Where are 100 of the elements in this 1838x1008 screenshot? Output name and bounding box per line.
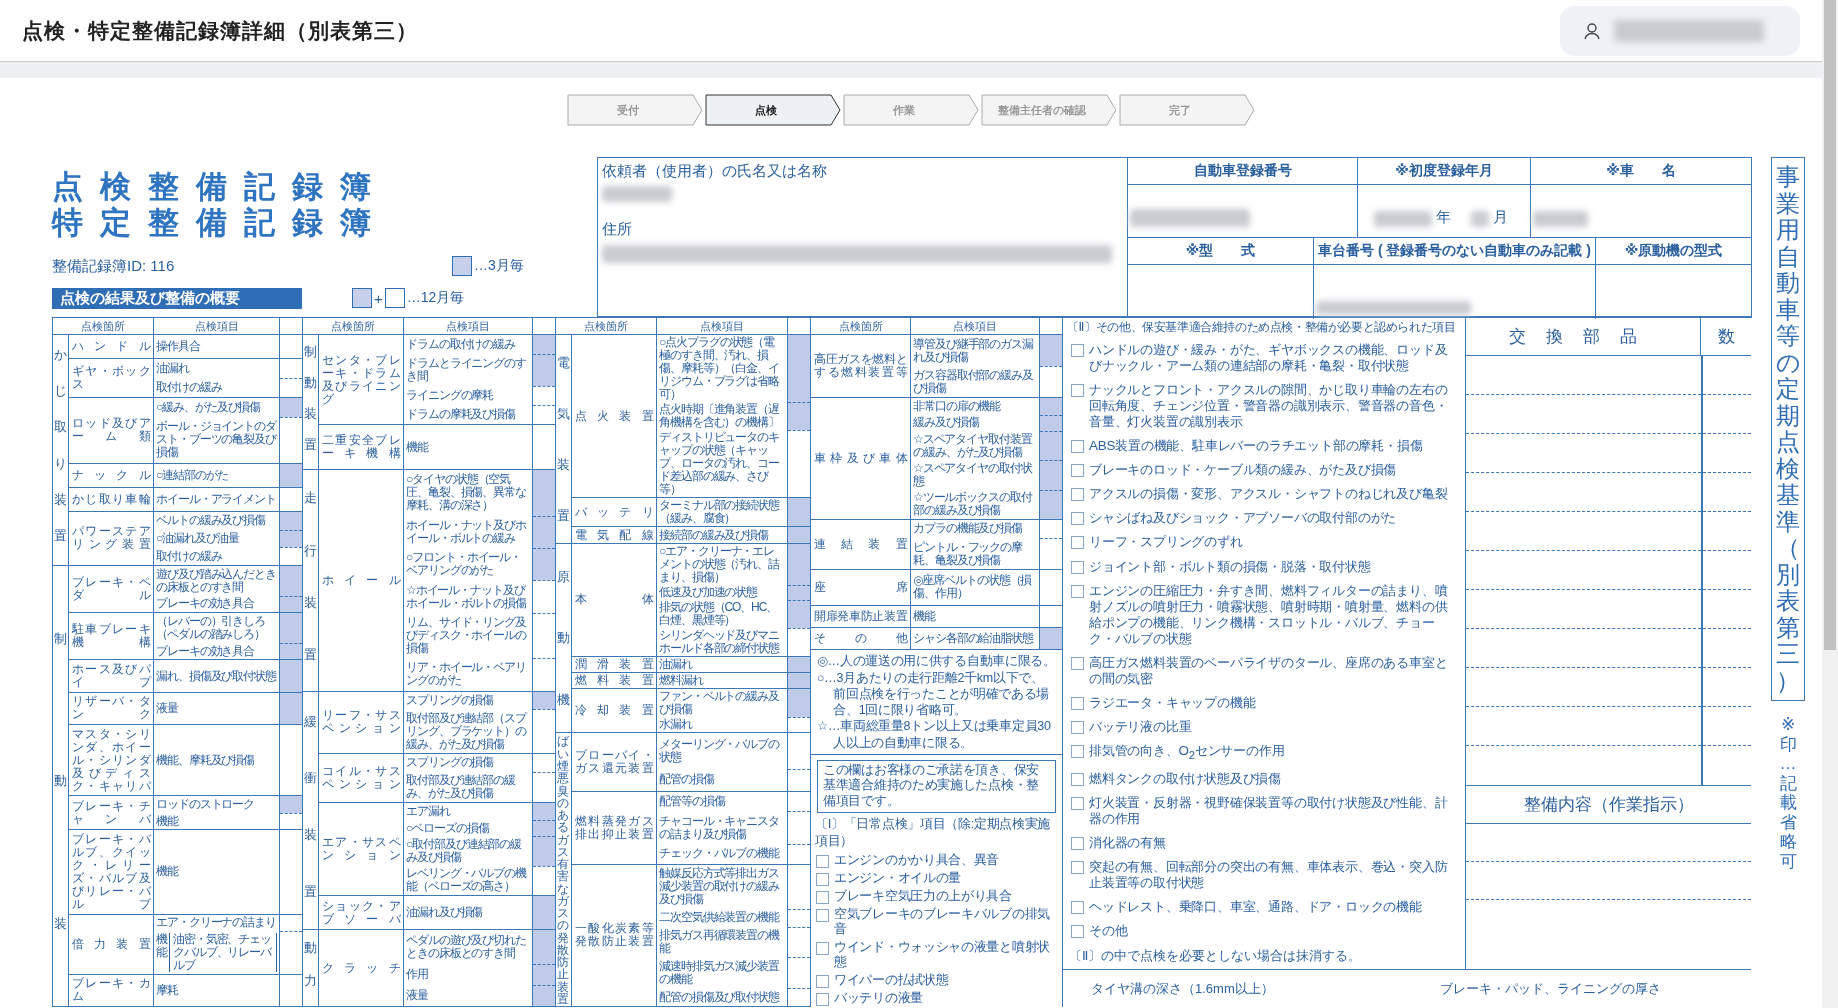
inspection-place: ギヤ・ボックス [72,365,150,392]
check-label: 消化器の有無 [1089,834,1166,851]
checkbox[interactable] [816,872,829,886]
checkbox[interactable] [1071,344,1084,358]
inspection-place: 開扉発車防止装置 [814,609,907,623]
checkbox[interactable] [1071,924,1084,938]
checkbox[interactable] [1071,720,1084,734]
check-label: 排気管の向き、O$_{2}$センサーの作用 [1089,742,1285,763]
inspection-place: その他 [814,632,907,646]
check-label: ワイパーの払拭状態 [834,972,949,988]
checkbox[interactable] [1071,440,1084,454]
checkbox[interactable] [1071,656,1084,670]
month-label: 月 [1493,208,1508,227]
step-tab[interactable]: 作業 [843,94,979,126]
inspection-item: 緩み及び損傷 [913,416,980,430]
checkbox[interactable] [1071,464,1084,478]
inspection-place: ホース及びパイプ [72,663,150,690]
checkbox[interactable] [1071,512,1084,526]
check-label: その他 [1089,922,1128,939]
check-label: ABS装置の機能、駐車レバーのラチエット部の摩耗・損傷 [1089,438,1423,455]
inspection-item: 配管等の損傷 [659,795,726,808]
step-tab[interactable]: 受付 [567,94,703,126]
checkbox[interactable] [1071,900,1084,914]
category-label: 電気装置 [557,354,570,525]
column-header: 点検箇所 [811,318,911,334]
category-label: 緩衝装置 [304,712,317,901]
step-tab[interactable]: 完了 [1119,94,1255,126]
inspection-place: ナックル [72,468,150,482]
inspection-item: ホイール・ナット及びホイール・ボルトの緩み [406,518,527,545]
column-header: ※車 名 [1531,158,1751,185]
inspection-place: センタ・ブレーキ・ドラム及びライニング [322,353,400,406]
footnote: ○…3月あたりの走行距離2千km以下で、前回点検を行ったことが明確である場合、1回に限り省略可。 [817,669,1051,719]
inspection-item: ○点火プラグの状態（電極のすき間、汚れ、損傷、摩耗等）（白金、イリジウム・プラグは省略可） [659,336,780,402]
check-label: ナックルとフロント・アクスルの隙間、かじ取り車輪の左右の回転角度、チェンジ位置・警音器の識別表示、警音器の音色・音量、灯火装置の識別表示 [1089,382,1449,431]
check-label: 突起の有無、回転部分の突出の有無、車体表示、巻込・突入防止装置等の取付状態 [1089,858,1449,891]
inspection-item: ○緩み、がた及び損傷 [156,401,262,415]
checkbox[interactable] [816,975,829,988]
check-label: 燃料タンクの取付け状態及び損傷 [1089,770,1281,787]
checkbox[interactable] [1071,696,1084,710]
checkbox[interactable] [816,993,829,1006]
inspection-item: 機能、摩耗及び損傷 [156,753,256,767]
inspection-place: 燃料装置 [575,674,653,688]
plus-sign: + [374,289,383,307]
section-heading: 〔Ⅱ〕その他、保安基準適合維持のため点検・整備が必要と認められた項目 [1067,320,1457,334]
blurred-text [602,186,672,202]
inspection-item: エア・クリーナの詰まり [156,916,277,930]
column-header: 点検項目 [154,318,280,334]
inspection-place: ブレーキ・バルブ、クイック・レリーズ・バルブ及びリレー・バルブ [72,832,150,911]
checkbox[interactable] [816,890,829,904]
check-label: 空気ブレーキのブレーキバルブの排気音 [834,905,1051,937]
inspection-place: ショック・アブソーバ [322,899,400,926]
checkbox[interactable] [1071,560,1084,574]
check-label: 灯火装置・反射器・視野確保装置等の取付け状態及び性能、計器の作用 [1089,794,1449,827]
inspection-place: 燃料蒸発ガス排出抑止装置 [575,814,653,841]
column-header: ※原動機の型式 [1596,238,1751,265]
inspection-item: ☆ホイール・ナット及びホイール・ボルトの損傷 [406,583,528,610]
step-tab[interactable]: 点検 [705,94,841,126]
notice-box: この欄はお客様のご承諾を頂き、保安基準適合維持のため実施した点検・整備項目です。 [817,759,1056,813]
inspection-place: クラッチ [322,961,400,975]
inspection-item: 機能 [913,609,937,623]
section-label: 点検の結果及び整備の概要 [52,287,302,309]
checkbox[interactable] [1071,384,1084,398]
step-tab[interactable]: 整備主任者の確認 [981,94,1117,126]
user-menu[interactable] [1560,5,1800,56]
inspection-item: ○取付部及び連結部の緩み及び損傷 [406,837,523,864]
checkbox[interactable] [1071,536,1084,550]
checkbox[interactable] [1071,488,1084,502]
inspection-item: メターリング・バルブの状態 [659,738,781,764]
check-label: エンジンのかかり具合、異音 [834,851,1000,868]
legend-text: …3月毎 [474,257,524,275]
inspection-item: 燃料漏れ [659,674,705,688]
checkbox[interactable] [816,854,829,868]
checkbox[interactable] [1071,772,1084,786]
inspection-place: パワーステアリング装置 [72,525,150,552]
inspection-item: ボール・ジョイントのダスト・ブーツの亀裂及び損傷 [156,420,277,460]
category-label: 原動機 [557,567,570,710]
inspection-item: ホイール・アライメント [156,492,277,506]
measurement-label: ブレーキ・パッド、ライニングの厚さ [1440,980,1661,998]
checkbox[interactable] [1071,860,1084,874]
inspection-item: ○油漏れ及び油量 [156,531,240,545]
inspection-item: ○ベローズの損傷 [406,821,490,835]
checkbox[interactable] [1071,836,1084,850]
inspection-item: 導管及び継手部のガス漏れ及び損傷 [913,337,1035,364]
column-header: 点検項目 [657,318,788,334]
blurred-text [1533,211,1588,227]
checkbox[interactable] [1071,796,1084,810]
checkbox[interactable] [1071,744,1084,758]
inspection-item: 配管の損傷 [659,773,716,787]
column-header: 点検箇所 [556,318,657,334]
blurred-text [1374,211,1432,227]
checkbox[interactable] [816,941,829,955]
inspection-item: ブレーキの効き具合 [156,597,256,611]
scrollbar[interactable] [1822,0,1838,1008]
year-label: 年 [1436,208,1451,227]
checkbox[interactable] [1071,584,1084,598]
inspection-item: 機能 [406,440,430,454]
inspection-item: 液量 [406,989,430,1003]
inspection-place: 一酸化炭素等発散防止装置 [575,922,653,949]
checkbox[interactable] [816,908,829,922]
record-id: 整備記録簿ID: 116 [52,256,176,276]
